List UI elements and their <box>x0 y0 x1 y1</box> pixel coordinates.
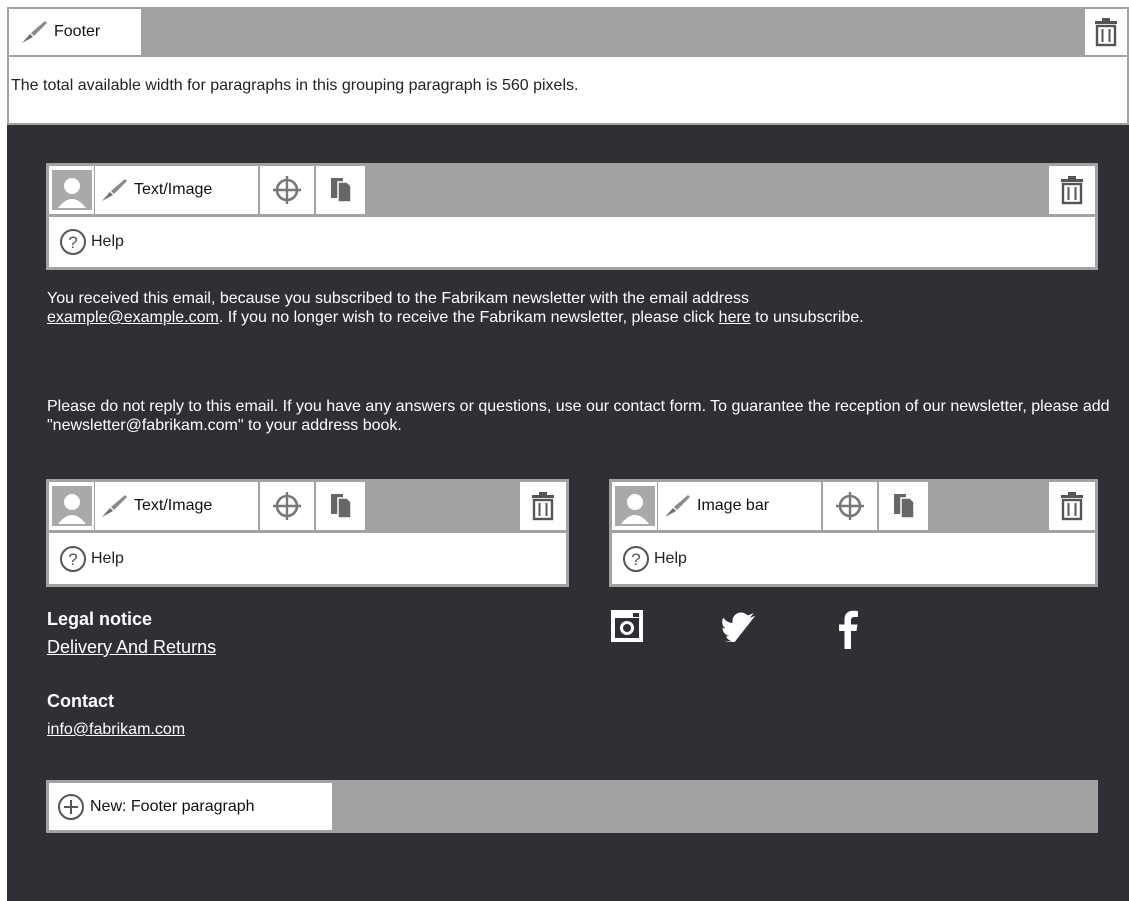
trash-icon <box>532 492 554 521</box>
notice-text: . If you no longer wish to receive the F… <box>218 309 719 326</box>
footer-toolbar: Footer The total available width for par… <box>7 7 1129 125</box>
brush-icon <box>665 495 690 517</box>
footer-info-text: The total available width for paragraphs… <box>11 77 579 94</box>
footer-label: Footer <box>54 23 101 40</box>
trash-icon <box>1061 492 1083 521</box>
help-icon: ? <box>60 229 86 255</box>
text-image-block-top: Text/Image ? Help <box>46 163 1098 270</box>
block-label: Text/Image <box>134 497 213 514</box>
avatar-button[interactable] <box>49 482 95 530</box>
svg-text:?: ? <box>68 233 77 252</box>
contact-heading: Contact <box>47 691 114 711</box>
contact-email-link[interactable]: info@fabrikam.com <box>47 721 185 739</box>
text-image-block-left: Text/Image ? Help <box>46 479 569 587</box>
user-icon <box>51 486 92 526</box>
help-link[interactable]: ? Help <box>612 533 1095 584</box>
image-bar-edit-button[interactable]: Image bar <box>658 482 823 530</box>
copy-icon <box>330 494 352 519</box>
block-label: Text/Image <box>134 181 213 198</box>
brush-icon <box>102 179 127 201</box>
notice-text: to unsubscribe. <box>750 309 864 326</box>
crosshair-icon <box>273 492 301 520</box>
delete-button[interactable] <box>1049 482 1095 530</box>
instagram-icon[interactable] <box>610 609 644 643</box>
help-icon: ? <box>60 545 86 572</box>
twitter-icon[interactable] <box>722 612 758 642</box>
toolbar-fill <box>366 166 1049 214</box>
reply-notice: Please do not reply to this email. If yo… <box>47 398 1110 434</box>
delete-button[interactable] <box>1049 166 1095 214</box>
trash-icon <box>1061 176 1083 205</box>
new-paragraph-label: New: Footer paragraph <box>90 797 255 815</box>
copy-button[interactable] <box>879 482 929 530</box>
help-icon: ? <box>623 545 649 572</box>
add-icon <box>58 793 84 820</box>
new-footer-paragraph-bar: New: Footer paragraph <box>46 780 1098 833</box>
toolbar-fill <box>366 482 520 530</box>
toolbar-fill <box>333 783 1095 830</box>
notice-text: You received this email, because you sub… <box>47 290 749 307</box>
crosshair-icon <box>836 492 864 520</box>
help-link[interactable]: ? Help <box>49 533 566 584</box>
svg-text:?: ? <box>631 550 640 569</box>
avatar-button[interactable] <box>49 166 95 214</box>
email-address-link[interactable]: example@example.com <box>47 309 219 326</box>
copy-icon <box>330 178 352 203</box>
toolbar-fill <box>929 482 1049 530</box>
trash-icon <box>1095 18 1117 47</box>
brush-icon <box>22 21 47 43</box>
move-button[interactable] <box>823 482 879 530</box>
unsubscribe-here-link[interactable]: here <box>719 309 751 326</box>
copy-icon <box>893 494 915 519</box>
move-button[interactable] <box>260 166 316 214</box>
user-icon <box>614 486 655 526</box>
text-image-edit-button[interactable]: Text/Image <box>95 482 260 530</box>
unsubscribe-notice: You received this email, because you sub… <box>47 289 1107 327</box>
copy-button[interactable] <box>316 166 366 214</box>
user-icon <box>51 170 92 210</box>
svg-text:?: ? <box>68 550 77 569</box>
delete-button[interactable] <box>520 482 566 530</box>
avatar-button[interactable] <box>612 482 658 530</box>
block-label: Image bar <box>697 497 770 514</box>
new-footer-paragraph-button[interactable]: New: Footer paragraph <box>49 783 333 830</box>
help-link[interactable]: ? Help <box>49 217 1095 267</box>
help-label: Help <box>91 549 124 567</box>
footer-edit-button[interactable]: Footer <box>9 9 142 55</box>
image-bar-block: Image bar ? Help <box>609 479 1098 587</box>
move-button[interactable] <box>260 482 316 530</box>
crosshair-icon <box>273 176 301 204</box>
delivery-returns-link[interactable]: Delivery And Returns <box>47 637 216 658</box>
legal-notice-heading: Legal notice <box>47 609 153 629</box>
help-label: Help <box>654 549 687 567</box>
help-label: Help <box>91 233 124 250</box>
text-image-edit-button[interactable]: Text/Image <box>95 166 260 214</box>
facebook-icon[interactable] <box>837 609 859 649</box>
brush-icon <box>102 495 127 517</box>
copy-button[interactable] <box>316 482 366 530</box>
footer-body: Text/Image ? Help You received this emai… <box>7 125 1129 901</box>
toolbar-fill <box>142 9 1085 55</box>
footer-delete-button[interactable] <box>1085 9 1127 55</box>
